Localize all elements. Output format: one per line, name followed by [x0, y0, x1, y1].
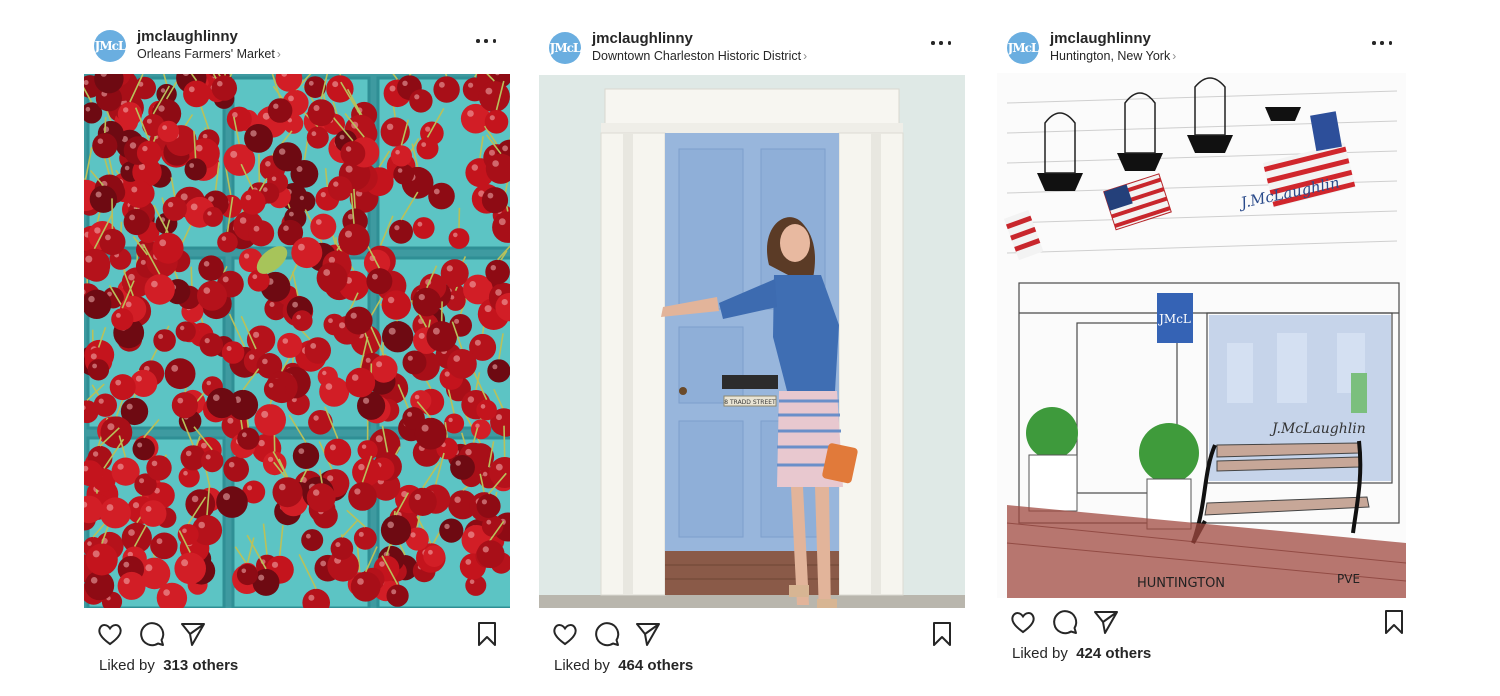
share-icon[interactable] [179, 620, 207, 648]
avatar[interactable]: JMcL [94, 30, 126, 62]
avatar[interactable]: JMcL [1007, 32, 1039, 64]
location-label: Orleans Farmers' Market [137, 47, 275, 61]
more-options-icon[interactable] [1372, 36, 1392, 50]
comment-icon[interactable] [138, 620, 166, 648]
avatar-initials: JMcL [1007, 41, 1040, 55]
share-icon[interactable] [1092, 608, 1120, 636]
avatar[interactable]: JMcL [549, 32, 581, 64]
storefront-illustration: J.McLaughlin JMcL J.McLaughlin HUNTINGTO… [997, 73, 1406, 598]
post-actions [539, 620, 965, 650]
likes-prefix: Liked by [554, 657, 610, 674]
bookmark-icon[interactable] [473, 620, 501, 648]
likes-count[interactable]: 464 others [618, 657, 693, 674]
post-photo[interactable] [84, 74, 510, 608]
avatar-initials: JMcL [549, 41, 582, 55]
more-options-icon[interactable] [931, 36, 951, 50]
likes-count[interactable]: 313 others [163, 657, 238, 674]
heart-icon[interactable] [96, 620, 124, 648]
bookmark-icon[interactable] [928, 620, 956, 648]
post-card-2: JMcL jmclaughlinny Downtown Charleston H… [539, 28, 965, 688]
heart-icon[interactable] [1009, 608, 1037, 636]
username[interactable]: jmclaughlinny [137, 28, 238, 45]
window-lettering-text: J.McLaughlin [1269, 421, 1366, 437]
location-link[interactable]: Orleans Farmers' Market › [137, 47, 281, 61]
share-icon[interactable] [634, 620, 662, 648]
likes-summary[interactable]: Liked by 464 others [554, 657, 693, 674]
door-image: 8 TRADD STREET [539, 75, 965, 608]
post-card-1: JMcL jmclaughlinny Orleans Farmers' Mark… [84, 26, 510, 686]
chevron-right-icon: › [1172, 49, 1177, 63]
location-link[interactable]: Downtown Charleston Historic District › [592, 49, 807, 63]
post-header: JMcL jmclaughlinny Huntington, New York › [997, 28, 1406, 72]
location-link[interactable]: Huntington, New York › [1050, 49, 1176, 63]
cherries-image [84, 74, 510, 608]
username[interactable]: jmclaughlinny [592, 30, 693, 47]
more-options-icon[interactable] [476, 34, 496, 48]
store-logo-text: JMcL [1157, 312, 1191, 326]
post-actions [84, 620, 510, 650]
heart-icon[interactable] [551, 620, 579, 648]
post-photo[interactable]: 8 TRADD STREET [539, 75, 965, 608]
comment-icon[interactable] [593, 620, 621, 648]
username[interactable]: jmclaughlinny [1050, 30, 1151, 47]
comment-icon[interactable] [1051, 608, 1079, 636]
illustration-caption: HUNTINGTON [1137, 576, 1225, 591]
avatar-initials: JMcL [94, 39, 127, 53]
post-photo[interactable]: J.McLaughlin JMcL J.McLaughlin HUNTINGTO… [997, 73, 1406, 598]
likes-count[interactable]: 424 others [1076, 645, 1151, 662]
likes-summary[interactable]: Liked by 424 others [1012, 645, 1151, 662]
chevron-right-icon: › [803, 49, 808, 63]
likes-prefix: Liked by [1012, 645, 1068, 662]
artist-initials: PVE [1337, 572, 1360, 586]
chevron-right-icon: › [276, 47, 281, 61]
bookmark-icon[interactable] [1380, 608, 1408, 636]
location-label: Huntington, New York [1050, 49, 1171, 63]
post-actions [997, 608, 1406, 638]
likes-summary[interactable]: Liked by 313 others [99, 657, 238, 674]
post-header: JMcL jmclaughlinny Orleans Farmers' Mark… [84, 26, 510, 70]
door-plaque-text: 8 TRADD STREET [724, 399, 776, 406]
post-header: JMcL jmclaughlinny Downtown Charleston H… [539, 28, 965, 72]
post-card-3: JMcL jmclaughlinny Huntington, New York › [997, 28, 1406, 668]
likes-prefix: Liked by [99, 657, 155, 674]
location-label: Downtown Charleston Historic District [592, 49, 802, 63]
